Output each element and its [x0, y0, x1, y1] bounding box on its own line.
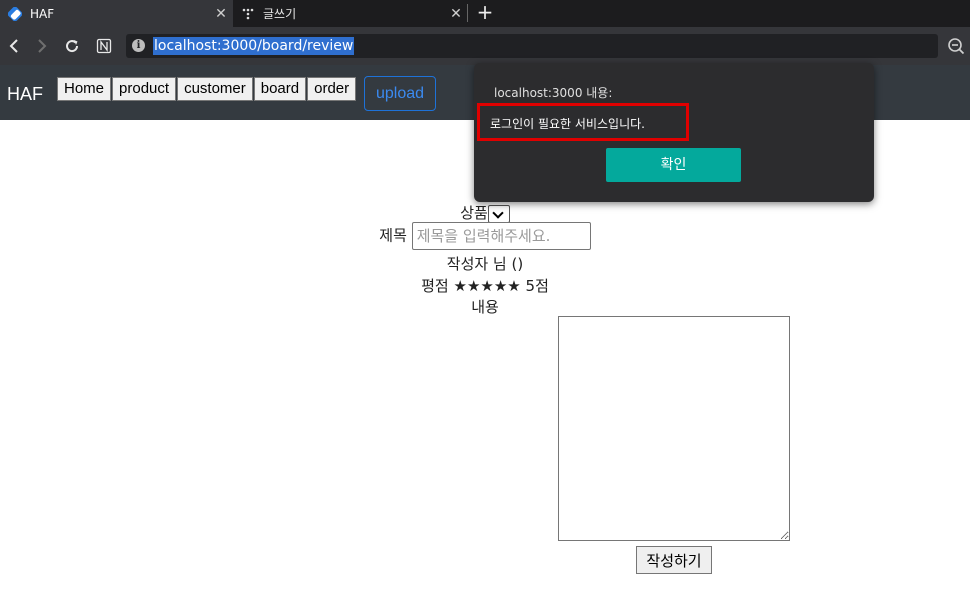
upload-button[interactable]: upload: [364, 76, 436, 111]
reload-icon[interactable]: [61, 35, 83, 57]
forward-icon[interactable]: [31, 35, 53, 57]
site-nav: Home product customer board order: [57, 77, 357, 101]
content-row: 내용: [0, 296, 970, 317]
tab-title: 글쓰기: [263, 7, 297, 21]
dialog-ok-button[interactable]: 확인: [606, 148, 741, 182]
tab-write[interactable]: 글쓰기 ✕: [233, 0, 468, 27]
haf-favicon-icon: [7, 6, 23, 21]
back-icon[interactable]: [3, 35, 25, 57]
author-row: 작성자 님 (): [0, 253, 970, 274]
site-logo[interactable]: HAF: [7, 84, 43, 105]
content-textarea[interactable]: [558, 316, 790, 541]
tab-title: HAF: [30, 6, 55, 21]
nav-home-button[interactable]: Home: [57, 77, 112, 101]
title-row: 제목: [0, 222, 970, 250]
close-tab-icon[interactable]: ✕: [444, 6, 468, 22]
rating-row: 평점 ★★★★★ 5점: [0, 275, 970, 296]
rating-stars[interactable]: ★★★★★: [454, 277, 521, 295]
dialog-message: 로그인이 필요한 서비스입니다.: [490, 117, 645, 131]
dots-favicon-icon: [241, 7, 255, 21]
product-row: 상품: [0, 202, 970, 223]
close-tab-icon[interactable]: ✕: [209, 6, 233, 22]
zoom-icon[interactable]: [947, 37, 965, 55]
title-label: 제목: [379, 226, 407, 245]
nav-order-button[interactable]: order: [307, 77, 357, 101]
product-select[interactable]: [487, 204, 510, 223]
alert-dialog: localhost:3000 내용: 로그인이 필요한 서비스입니다. 확인: [474, 63, 874, 202]
author-text: 작성자 님 (): [446, 255, 524, 273]
tab-divider: [467, 4, 468, 22]
dialog-origin: localhost:3000 내용:: [494, 86, 613, 100]
nav-board-button[interactable]: board: [253, 77, 307, 101]
rating-label: 평점: [421, 277, 449, 295]
site-info-icon[interactable]: i: [132, 39, 145, 52]
browser-toolbar: i localhost:3000/board/review: [0, 27, 970, 65]
content-label: 내용: [471, 298, 499, 316]
notion-icon[interactable]: [93, 35, 115, 57]
rating-value: 5점: [525, 277, 549, 295]
browser-tab-strip: HAF ✕ 글쓰기 ✕ +: [0, 0, 970, 27]
new-tab-button[interactable]: +: [474, 1, 496, 25]
submit-button[interactable]: 작성하기: [636, 546, 712, 574]
nav-customer-button[interactable]: customer: [177, 77, 253, 101]
url-text[interactable]: localhost:3000/board/review: [153, 37, 355, 55]
address-bar[interactable]: i localhost:3000/board/review: [126, 34, 938, 58]
product-label: 상품: [460, 204, 488, 222]
tab-haf[interactable]: HAF ✕: [0, 0, 233, 27]
nav-product-button[interactable]: product: [112, 77, 177, 101]
title-input[interactable]: [411, 222, 591, 250]
